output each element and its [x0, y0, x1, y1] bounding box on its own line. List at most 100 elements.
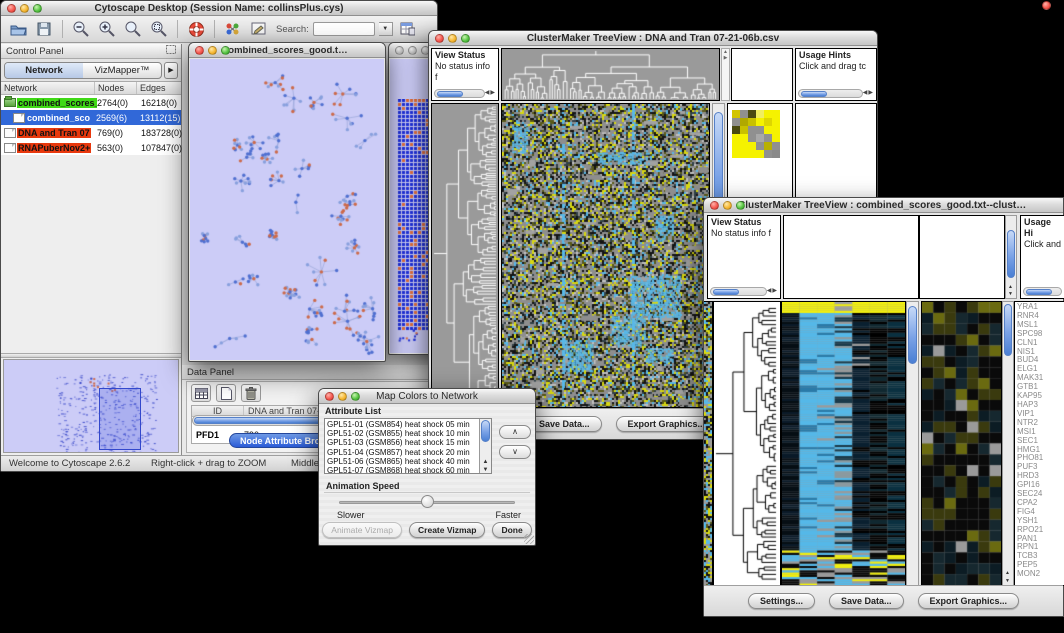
- matrix-cell[interactable]: [748, 150, 756, 158]
- attribute-list-scrollbar[interactable]: ▲ ▼: [479, 419, 491, 473]
- window-titlebar[interactable]: combined_scores_good.txt--cluste...: [189, 43, 385, 58]
- zoom-window-icon[interactable]: [351, 392, 360, 401]
- tab-item[interactable]: VizMapper™: [83, 63, 161, 78]
- select-attributes-icon[interactable]: [191, 384, 211, 402]
- global-overview-strip[interactable]: [704, 301, 713, 586]
- matrix-cell[interactable]: [772, 110, 780, 118]
- close-icon[interactable]: [7, 4, 16, 13]
- gene-label[interactable]: MON2: [1017, 570, 1062, 579]
- matrix-cell[interactable]: [732, 110, 740, 118]
- zoom-window-icon[interactable]: [461, 34, 470, 43]
- network-tree-row[interactable]: combined_scores_ 2764(0) 16218(0): [1, 95, 181, 110]
- matrix-cell[interactable]: [772, 142, 780, 150]
- zoom-fit-icon[interactable]: [122, 19, 144, 39]
- treeview-action-button[interactable]: Save Data...: [527, 416, 602, 432]
- matrix-cell[interactable]: [764, 142, 772, 150]
- matrix-cell[interactable]: [756, 142, 764, 150]
- usage-hints-scrollbar[interactable]: ◀▶: [798, 88, 874, 99]
- network-tree-row[interactable]: RNAPuberNov2+ 563(0) 107847(0): [1, 140, 181, 155]
- panel-splitter[interactable]: [1, 353, 181, 358]
- matrix-cell[interactable]: [740, 150, 748, 158]
- network-overview-canvas[interactable]: [4, 360, 179, 453]
- scroll-up-icon[interactable]: ▲: [480, 459, 491, 465]
- matrix-cell[interactable]: [772, 118, 780, 126]
- speed-slider-thumb[interactable]: [421, 495, 434, 508]
- matrix-cell[interactable]: [748, 118, 756, 126]
- annotation-icon[interactable]: [248, 19, 270, 39]
- vizmapper-icon[interactable]: [222, 19, 244, 39]
- close-icon[interactable]: [395, 46, 404, 55]
- attribute-item[interactable]: GPL51-01 (GSM854) heat shock 05 min: [327, 420, 489, 429]
- zoom-vscrollbar[interactable]: ▲▼: [1002, 301, 1014, 586]
- view-status-scrollbar[interactable]: ◀▶: [434, 88, 496, 99]
- move-down-button[interactable]: ∨: [499, 445, 531, 459]
- dialog-titlebar[interactable]: Map Colors to Network: [319, 389, 535, 404]
- scroll-down-icon[interactable]: ▼: [480, 467, 491, 473]
- close-icon[interactable]: [710, 201, 719, 210]
- matrix-cell[interactable]: [772, 134, 780, 142]
- heatmap-main[interactable]: [501, 103, 710, 408]
- minimize-icon[interactable]: [408, 46, 417, 55]
- network-graph-canvas[interactable]: [190, 59, 384, 360]
- attribute-item[interactable]: GPL51-04 (GSM857) heat shock 20 min: [327, 448, 489, 457]
- row-dendrogram[interactable]: [713, 301, 781, 586]
- matrix-cell[interactable]: [740, 134, 748, 142]
- zoom-window-icon[interactable]: [33, 4, 42, 13]
- matrix-cell[interactable]: [772, 150, 780, 158]
- close-icon[interactable]: [325, 392, 334, 401]
- heatmap-main[interactable]: [781, 301, 906, 586]
- view-status-scrollbar[interactable]: ◀▶: [710, 286, 778, 297]
- mini-vscrollbar[interactable]: ▲▶: [721, 48, 730, 101]
- column-header[interactable]: Network: [1, 82, 95, 94]
- row-dendrogram[interactable]: [431, 103, 499, 408]
- zoom-matrix[interactable]: [732, 110, 792, 158]
- matrix-cell[interactable]: [756, 126, 764, 134]
- attribute-item[interactable]: GPL51-07 (GSM868) heat shock 60 min: [327, 466, 489, 474]
- network-canvas-area[interactable]: [190, 59, 384, 360]
- matrix-cell[interactable]: [748, 110, 756, 118]
- save-session-button[interactable]: [33, 19, 55, 39]
- search-dropdown-icon[interactable]: ▼: [379, 22, 393, 36]
- tab-item[interactable]: Network: [5, 63, 83, 78]
- treeview-action-button[interactable]: Export Graphics...: [918, 593, 1020, 609]
- network-tree-row[interactable]: DNA and Tran 07 769(0) 183728(0): [1, 125, 181, 140]
- network-overview-panel[interactable]: [3, 359, 179, 453]
- matrix-cell[interactable]: [732, 126, 740, 134]
- matrix-cell[interactable]: [732, 118, 740, 126]
- matrix-cell[interactable]: [756, 134, 764, 142]
- zoom-selected-icon[interactable]: [148, 19, 170, 39]
- column-labels-scrollbar[interactable]: ▲▼: [1005, 215, 1017, 299]
- help-lifesaver-icon[interactable]: [185, 19, 207, 39]
- matrix-cell[interactable]: [732, 150, 740, 158]
- attribute-browser-icon[interactable]: [397, 19, 419, 39]
- open-session-button[interactable]: [7, 19, 29, 39]
- minimize-icon[interactable]: [208, 46, 217, 55]
- overview-viewport-rect[interactable]: [99, 388, 141, 450]
- matrix-cell[interactable]: [748, 134, 756, 142]
- move-up-button[interactable]: ∧: [499, 425, 531, 439]
- treeview-action-button[interactable]: Save Data...: [829, 593, 904, 609]
- matrix-cell[interactable]: [740, 118, 748, 126]
- matrix-cell[interactable]: [756, 118, 764, 126]
- zoom-window-icon[interactable]: [221, 46, 230, 55]
- matrix-cell[interactable]: [764, 110, 772, 118]
- new-attribute-icon[interactable]: [216, 384, 236, 402]
- usage-hints-scrollbar[interactable]: [1023, 286, 1062, 297]
- treeview-action-button[interactable]: Export Graphics...: [616, 416, 718, 432]
- matrix-cell[interactable]: [772, 126, 780, 134]
- column-dendrogram[interactable]: [501, 48, 720, 101]
- matrix-cell[interactable]: [764, 150, 772, 158]
- matrix-cell[interactable]: [732, 134, 740, 142]
- delete-attribute-icon[interactable]: [241, 384, 261, 402]
- matrix-cell[interactable]: [740, 126, 748, 134]
- minimize-icon[interactable]: [723, 201, 732, 210]
- column-dendrogram-area[interactable]: [783, 215, 919, 299]
- matrix-cell[interactable]: [756, 150, 764, 158]
- column-header[interactable]: Nodes: [95, 82, 137, 94]
- matrix-cell[interactable]: [748, 126, 756, 134]
- matrix-cell[interactable]: [764, 126, 772, 134]
- close-icon[interactable]: [195, 46, 204, 55]
- attribute-item[interactable]: GPL51-02 (GSM855) heat shock 10 min: [327, 429, 489, 438]
- matrix-cell[interactable]: [740, 142, 748, 150]
- window-titlebar[interactable]: ClusterMaker TreeView : combined_scores_…: [704, 198, 1063, 213]
